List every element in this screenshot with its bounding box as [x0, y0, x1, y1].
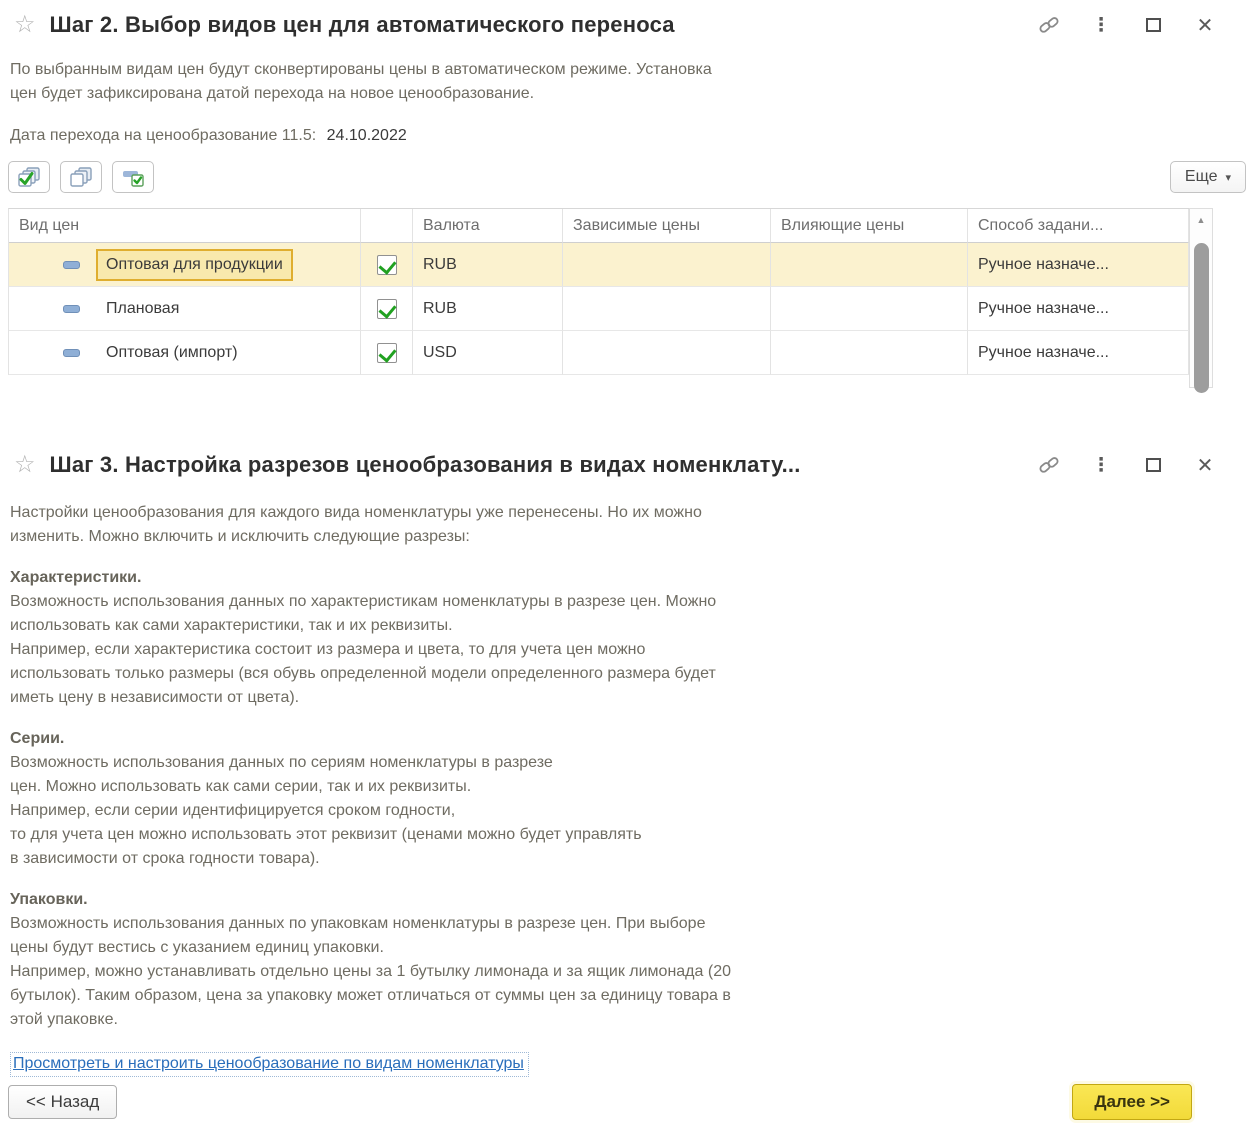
section-series: Серии. Возможность использования данных … — [10, 727, 1246, 871]
window-controls: ⋮ ✕ — [1038, 14, 1242, 36]
list-item-dash-icon — [63, 261, 80, 269]
col-header-method[interactable]: Способ задани... — [968, 209, 1189, 243]
table-row[interactable]: Оптовая для продукции RUB Ручное назначе… — [9, 243, 1189, 287]
more-menu-icon[interactable]: ⋮ — [1090, 14, 1112, 36]
transfer-checkbox[interactable] — [377, 299, 397, 319]
copy-link-icon[interactable] — [1038, 454, 1060, 476]
section-heading: Серии. — [10, 727, 1246, 751]
table-row[interactable]: Оптовая (импорт) USD Ручное назначе... — [9, 331, 1189, 375]
section-packages: Упаковки. Возможность использования данн… — [10, 888, 1246, 1032]
method-cell[interactable]: Ручное назначе... — [968, 331, 1189, 375]
set-all-flags-button[interactable] — [8, 161, 50, 193]
table-toolbar: Еще▾ — [8, 161, 1246, 193]
method-cell[interactable]: Ручное назначе... — [968, 287, 1189, 331]
window-controls: ⋮ ✕ — [1038, 454, 1242, 476]
set-flag-selected-button[interactable] — [112, 161, 154, 193]
section-characteristics: Характеристики. Возможность использовани… — [10, 566, 1246, 710]
influencing-cell[interactable] — [771, 331, 968, 375]
section-heading: Характеристики. — [10, 566, 1246, 590]
list-item-dash-icon — [63, 305, 80, 313]
table-header-row: Вид цен Валюта Зависимые цены Влияющие ц… — [9, 209, 1189, 243]
next-button[interactable]: Далее >> — [1072, 1084, 1192, 1120]
influencing-cell[interactable] — [771, 287, 968, 331]
col-header-price-type[interactable]: Вид цен — [9, 209, 361, 243]
maximize-icon[interactable] — [1142, 454, 1164, 476]
col-header-currency[interactable]: Валюта — [413, 209, 563, 243]
method-cell[interactable]: Ручное назначе... — [968, 243, 1189, 287]
favorite-star-icon[interactable]: ☆ — [14, 453, 36, 477]
clear-all-flags-button[interactable] — [60, 161, 102, 193]
list-item-dash-icon — [63, 349, 80, 357]
influencing-cell[interactable] — [771, 243, 968, 287]
dependent-cell[interactable] — [563, 287, 771, 331]
currency-cell[interactable]: RUB — [413, 287, 563, 331]
scrollbar-thumb[interactable] — [1194, 243, 1209, 393]
dependent-cell[interactable] — [563, 331, 771, 375]
section-body: Возможность использования данных по упак… — [10, 912, 1246, 1032]
favorite-star-icon[interactable]: ☆ — [14, 13, 36, 37]
dependent-cell[interactable] — [563, 243, 771, 287]
price-type-name-cell[interactable]: Плановая — [106, 300, 179, 318]
close-icon[interactable]: ✕ — [1194, 14, 1216, 36]
currency-cell[interactable]: USD — [413, 331, 563, 375]
step3-title: Шаг 3. Настройка разрезов ценообразовани… — [50, 452, 801, 478]
price-types-table: Вид цен Валюта Зависимые цены Влияющие ц… — [8, 208, 1213, 375]
step2-window: ☆ Шаг 2. Выбор видов цен для автоматичес… — [0, 0, 1256, 412]
more-actions-button[interactable]: Еще▾ — [1170, 161, 1246, 193]
wizard-button-bar: << Назад Далее >> — [0, 1084, 1256, 1120]
section-heading: Упаковки. — [10, 888, 1246, 912]
step3-window: ☆ Шаг 3. Настройка разрезов ценообразова… — [0, 440, 1256, 1130]
col-header-check[interactable] — [361, 209, 413, 243]
currency-cell[interactable]: RUB — [413, 243, 563, 287]
price-type-name-cell[interactable]: Оптовая (импорт) — [106, 344, 238, 362]
chevron-down-icon: ▾ — [1225, 171, 1231, 184]
transition-date-label: Дата перехода на ценообразование 11.5: — [10, 127, 316, 144]
transition-date-line: Дата перехода на ценообразование 11.5: 2… — [10, 127, 1256, 145]
more-menu-icon[interactable]: ⋮ — [1090, 454, 1112, 476]
table-vertical-scrollbar[interactable]: ▲ — [1189, 208, 1213, 388]
back-button[interactable]: << Назад — [8, 1085, 117, 1119]
step3-intro: Настройки ценообразования для каждого ви… — [10, 501, 1246, 549]
copy-link-icon[interactable] — [1038, 14, 1060, 36]
price-type-name-cell[interactable]: Оптовая для продукции — [96, 249, 293, 281]
section-body: Возможность использования данных по хара… — [10, 590, 1246, 710]
col-header-influencing[interactable]: Влияющие цены — [771, 209, 968, 243]
transfer-checkbox[interactable] — [377, 255, 397, 275]
configure-pricing-link[interactable]: Просмотреть и настроить ценообразование … — [10, 1052, 529, 1077]
transition-date-value: 24.10.2022 — [327, 127, 407, 144]
scroll-up-icon[interactable]: ▲ — [1190, 209, 1212, 225]
step2-title: Шаг 2. Выбор видов цен для автоматическо… — [50, 12, 675, 38]
step3-titlebar: ☆ Шаг 3. Настройка разрезов ценообразова… — [0, 440, 1256, 484]
transfer-checkbox[interactable] — [377, 343, 397, 363]
table-row[interactable]: Плановая RUB Ручное назначе... — [9, 287, 1189, 331]
step2-description: По выбранным видам цен будут сконвертиро… — [10, 58, 1256, 106]
step2-titlebar: ☆ Шаг 2. Выбор видов цен для автоматичес… — [0, 0, 1256, 44]
section-body: Возможность использования данных по сери… — [10, 751, 1246, 871]
col-header-dependent[interactable]: Зависимые цены — [563, 209, 771, 243]
maximize-icon[interactable] — [1142, 14, 1164, 36]
close-icon[interactable]: ✕ — [1194, 454, 1216, 476]
